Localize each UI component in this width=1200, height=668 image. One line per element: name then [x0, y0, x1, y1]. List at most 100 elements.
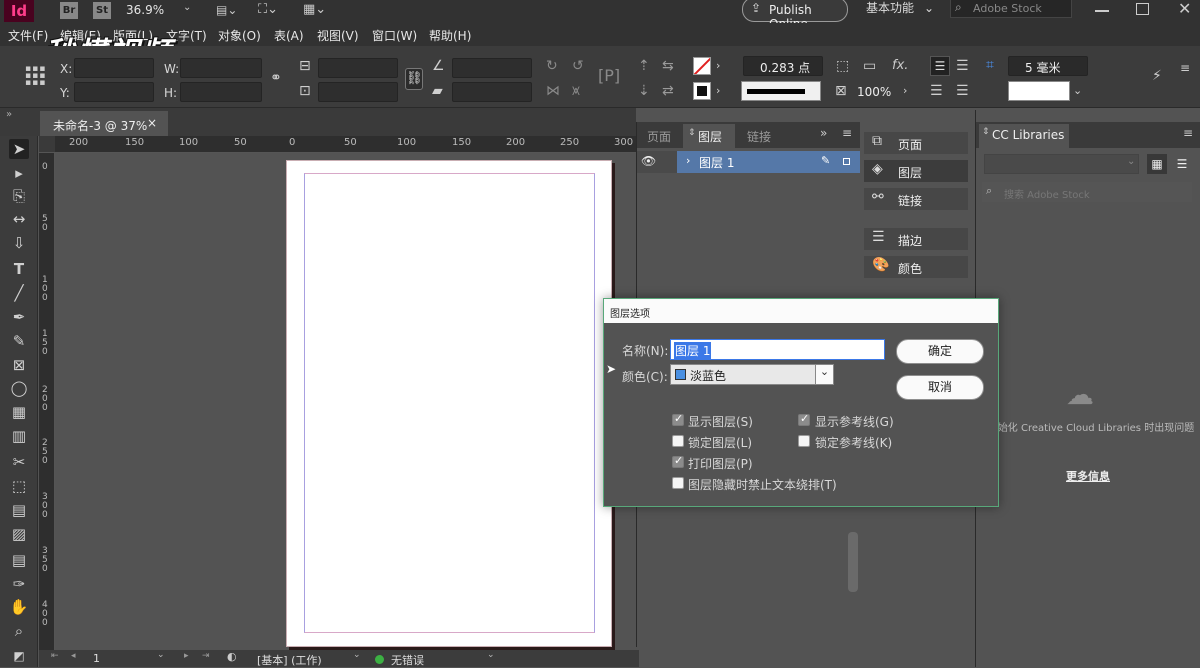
- cc-libraries-title[interactable]: CC Libraries: [992, 128, 1064, 142]
- color-swatch-dropdown[interactable]: [1008, 81, 1070, 101]
- fill-swatch-none[interactable]: [693, 57, 711, 75]
- first-page-icon[interactable]: ⇤: [51, 651, 59, 661]
- select-content-icon[interactable]: ⇣: [638, 83, 650, 99]
- direct-selection-tool-icon[interactable]: ▸: [9, 163, 29, 183]
- last-page-icon[interactable]: ⇥: [202, 651, 210, 661]
- chevron-down-icon[interactable]: ⌄: [353, 650, 361, 660]
- side-item-layers[interactable]: ◈ 图层: [864, 160, 968, 182]
- eyedropper-tool-icon[interactable]: ✑: [9, 574, 29, 594]
- arrange-documents-icon[interactable]: ▦⌄: [303, 2, 326, 17]
- shear-angle-field[interactable]: [452, 82, 532, 102]
- x-field[interactable]: [74, 58, 154, 78]
- constrain-proportions-icon[interactable]: ⚭: [270, 70, 282, 86]
- flip-horizontal-icon[interactable]: ⋈: [546, 83, 560, 99]
- prev-page-icon[interactable]: ◂: [71, 651, 76, 661]
- menu-table[interactable]: 表(A): [274, 27, 304, 44]
- view-options-icon[interactable]: ▤⌄: [216, 3, 237, 17]
- expand-arrow-icon[interactable]: ›: [686, 154, 690, 167]
- quick-apply-icon[interactable]: ⚡: [1152, 68, 1162, 84]
- publish-online-button[interactable]: ⇪ Publish Online: [742, 0, 848, 31]
- rotate-angle-field[interactable]: [452, 58, 532, 78]
- zoom-level[interactable]: 36.9%: [126, 3, 164, 17]
- page-number[interactable]: 1: [93, 652, 100, 665]
- list-view-icon[interactable]: ☰: [1172, 154, 1192, 174]
- frame-fitting-icon[interactable]: ⌗: [986, 57, 994, 73]
- selection-tool-icon[interactable]: ➤: [9, 139, 29, 159]
- stock-button[interactable]: St: [93, 2, 111, 19]
- link-scale-icon[interactable]: ⛓: [405, 68, 423, 90]
- height-field[interactable]: [180, 82, 262, 102]
- maximize-button[interactable]: [1136, 3, 1149, 15]
- pencil-tool-icon[interactable]: ✎: [9, 331, 29, 351]
- menu-view[interactable]: 视图(V): [317, 27, 359, 44]
- layer-target-icon[interactable]: [843, 158, 850, 165]
- zoom-tool-icon[interactable]: ⌕: [9, 621, 29, 641]
- panel-menu-icon[interactable]: ≡: [1180, 60, 1190, 76]
- stroke-weight-field[interactable]: 0.283 点: [743, 56, 823, 76]
- stock-search-input[interactable]: ⌕ Adobe Stock: [950, 0, 1072, 18]
- library-dropdown[interactable]: ⌄: [984, 154, 1139, 174]
- layer-name-input[interactable]: 图层 1: [670, 339, 885, 360]
- content-collector-icon[interactable]: ⇩: [9, 233, 29, 253]
- panel-menu-icon[interactable]: ≡: [842, 126, 852, 140]
- opacity-value[interactable]: 100%: [857, 85, 891, 99]
- rotate-ccw-icon[interactable]: ↺: [572, 58, 584, 74]
- scissors-tool-icon[interactable]: ✂: [9, 452, 29, 472]
- menu-type[interactable]: 文字(T): [166, 27, 207, 44]
- hand-tool-icon[interactable]: ✋: [9, 597, 29, 617]
- y-field[interactable]: [74, 82, 154, 102]
- library-search[interactable]: ⌕ 搜索 Adobe Stock: [982, 182, 1192, 202]
- rotate-cw-icon[interactable]: ↻: [546, 58, 558, 74]
- panel-collapse-icon[interactable]: »: [820, 126, 827, 140]
- reference-point-icon[interactable]: ▪▪▪ ▪▪▪ ▪▪▪: [25, 65, 47, 88]
- tab-pages[interactable]: 页面: [647, 128, 671, 145]
- side-item-color[interactable]: 🎨 颜色: [864, 256, 968, 278]
- close-button[interactable]: ✕: [1178, 0, 1191, 18]
- panel-menu-icon[interactable]: ≡: [1183, 126, 1193, 140]
- chevron-right-icon[interactable]: ›: [903, 83, 907, 99]
- show-guides-checkbox[interactable]: [798, 412, 810, 426]
- minimize-button[interactable]: [1095, 10, 1109, 12]
- select-previous-icon[interactable]: ⇆: [662, 58, 674, 74]
- chevron-down-icon[interactable]: ⌄: [487, 650, 495, 660]
- tab-links[interactable]: 链接: [747, 128, 771, 145]
- type-tool-icon[interactable]: T: [9, 259, 29, 279]
- close-tab-icon[interactable]: ×: [147, 116, 157, 130]
- tab-layers[interactable]: ⇕ 图层: [683, 124, 735, 148]
- scale-y-field[interactable]: [318, 82, 398, 102]
- select-container-icon[interactable]: ⇡: [638, 58, 650, 74]
- width-field[interactable]: [180, 58, 262, 78]
- print-layer-checkbox[interactable]: [672, 454, 684, 468]
- toolbar-collapse-icon[interactable]: »: [6, 109, 12, 120]
- page-tool-icon[interactable]: ⎘: [9, 186, 29, 206]
- object-effects-icon[interactable]: ⬚: [836, 58, 849, 74]
- side-item-stroke[interactable]: ☰ 描边: [864, 228, 968, 250]
- lock-layer-checkbox[interactable]: [672, 435, 684, 447]
- layer-row[interactable]: 👁 › 图层 1 ✎: [637, 151, 860, 173]
- layer-name[interactable]: 图层 1: [699, 154, 734, 171]
- side-item-links[interactable]: ⚯ 链接: [864, 188, 968, 210]
- gap-tool-icon[interactable]: ↔: [9, 209, 29, 229]
- ellipse-tool-icon[interactable]: ◯: [9, 378, 29, 398]
- note-tool-icon[interactable]: ▤: [9, 550, 29, 570]
- fx-button[interactable]: fx.: [892, 58, 908, 73]
- gradient-swatch-tool-icon[interactable]: ▤: [9, 500, 29, 520]
- chevron-down-icon[interactable]: ⌄: [183, 2, 191, 13]
- lock-guides-checkbox[interactable]: [798, 435, 810, 447]
- workspace-switcher[interactable]: 基本功能 ⌄: [866, 0, 934, 16]
- align-center-icon[interactable]: ☰: [956, 83, 969, 99]
- scale-x-field[interactable]: [318, 58, 398, 78]
- align-left-icon[interactable]: ☰: [930, 56, 950, 76]
- ruler-origin[interactable]: [39, 136, 55, 152]
- grid-view-icon[interactable]: ▦: [1147, 154, 1167, 174]
- master-page[interactable]: [基本] (工作): [257, 652, 322, 668]
- preflight-status[interactable]: 无错误: [391, 652, 424, 668]
- align-right-icon[interactable]: ☰: [956, 58, 969, 74]
- align-top-icon[interactable]: ☰: [930, 83, 943, 99]
- bridge-button[interactable]: Br: [60, 2, 78, 19]
- gradient-feather-tool-icon[interactable]: ▨: [9, 524, 29, 544]
- layers-scrollbar[interactable]: [848, 532, 858, 592]
- document-tab[interactable]: 未命名-3 @ 37% ×: [40, 111, 168, 136]
- menu-file[interactable]: 文件(F): [8, 27, 48, 44]
- next-page-icon[interactable]: ▸: [184, 651, 189, 661]
